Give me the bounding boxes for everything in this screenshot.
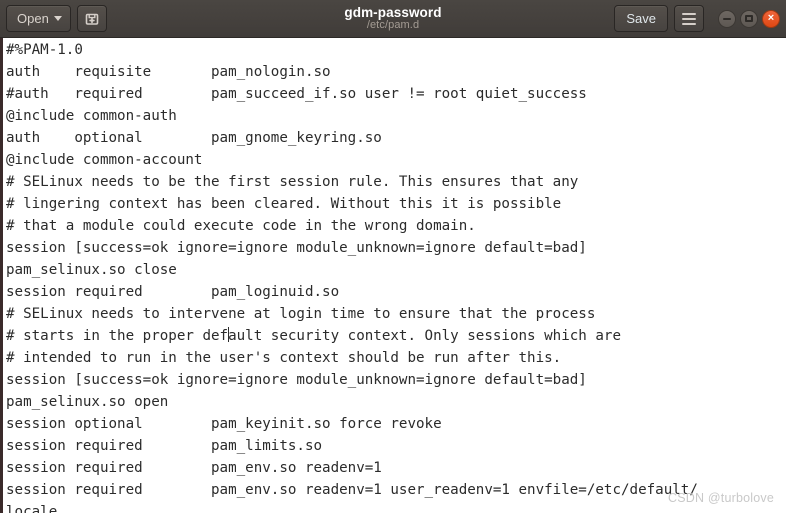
code-line: @include common-auth — [6, 108, 177, 124]
new-document-button[interactable] — [76, 5, 107, 32]
code-line: session required pam_loginuid.so — [6, 284, 340, 300]
code-line: # intended to run in the user's context … — [6, 350, 562, 366]
maximize-button[interactable] — [740, 9, 758, 28]
save-button[interactable]: Save — [614, 5, 668, 32]
header-left-controls: Open — [6, 5, 107, 32]
watermark: CSDN @turbolove — [667, 491, 774, 505]
header-right-controls: Save × — [614, 5, 780, 32]
close-icon: × — [767, 11, 775, 24]
header-bar: Open gdm-password /etc/pam.d Save × — [0, 0, 786, 38]
code-line: session optional pam_keyinit.so force re… — [6, 416, 442, 432]
text-editor-window: Open gdm-password /etc/pam.d Save × #%PA… — [0, 0, 786, 513]
open-button[interactable]: Open — [6, 5, 71, 32]
text-cursor — [227, 327, 229, 342]
code-line: session [success=ok ignore=ignore module… — [6, 372, 587, 388]
open-button-label: Open — [17, 11, 49, 26]
page-title: gdm-password — [344, 4, 442, 20]
code-line: # starts in the proper default security … — [6, 327, 622, 344]
code-line: # SELinux needs to intervene at login ti… — [6, 306, 596, 322]
page-subtitle-path: /etc/pam.d — [366, 19, 420, 32]
code-line: # SELinux needs to be the first session … — [6, 174, 579, 190]
code-line: @include common-account — [6, 152, 203, 168]
save-button-label: Save — [626, 11, 656, 26]
chevron-down-icon — [53, 16, 62, 21]
code-line: session required pam_limits.so — [6, 438, 323, 454]
code-line: #%PAM-1.0 — [6, 42, 83, 58]
code-line: auth optional pam_gnome_keyring.so — [6, 130, 382, 146]
minimize-icon — [723, 17, 731, 20]
hamburger-menu-icon — [682, 12, 696, 25]
close-button[interactable]: × — [762, 9, 780, 28]
code-line: auth requisite pam_nologin.so — [6, 64, 331, 80]
code-line: # lingering context has been cleared. Wi… — [6, 196, 562, 212]
maximize-icon — [745, 15, 753, 22]
code-line: # that a module could execute code in th… — [6, 218, 476, 234]
editor-area[interactable]: #%PAM-1.0 auth requisite pam_nologin.so #a… — [0, 38, 786, 513]
new-document-icon — [84, 11, 100, 27]
code-line: #auth required pam_succeed_if.so user !=… — [6, 86, 587, 102]
code-line: pam_selinux.so open — [6, 394, 169, 410]
code-line: session required pam_env.so readenv=1 — [6, 460, 382, 476]
code-line: pam_selinux.so close — [6, 262, 177, 278]
minimize-button[interactable] — [718, 9, 736, 28]
source-text[interactable]: #%PAM-1.0 auth requisite pam_nologin.so #a… — [3, 38, 786, 513]
window-controls: × — [718, 9, 780, 28]
code-line: session [success=ok ignore=ignore module… — [6, 240, 587, 256]
main-menu-button[interactable] — [674, 5, 704, 32]
